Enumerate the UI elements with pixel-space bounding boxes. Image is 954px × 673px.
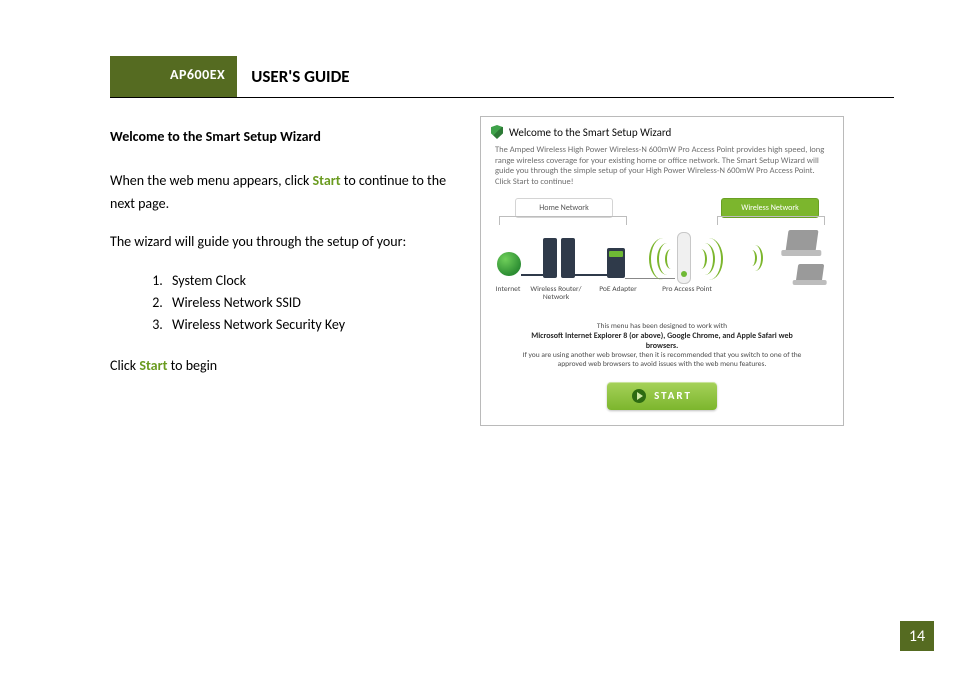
- laptop-icon: [785, 230, 818, 252]
- device-label-poe: PoE Adapter: [583, 286, 653, 294]
- start-keyword: Start: [313, 172, 341, 189]
- device-label-ap: Pro Access Point: [647, 286, 727, 294]
- model-badge: AP600EX: [110, 56, 237, 97]
- wifi-waves-icon: [645, 238, 677, 280]
- wire-icon: [521, 274, 543, 276]
- wifi-waves-icon: [695, 238, 727, 280]
- wizard-title: Welcome to the Smart Setup Wizard: [509, 126, 671, 139]
- instruction-column: Welcome to the Smart Setup Wizard When t…: [110, 116, 450, 426]
- wire-icon: [573, 274, 607, 276]
- shield-icon: [491, 125, 503, 139]
- text: to begin: [167, 357, 217, 374]
- internet-globe-icon: [497, 252, 521, 276]
- note-line: If you are using another web browser, th…: [517, 351, 807, 370]
- list-item: System Clock: [166, 270, 450, 292]
- bracket-icon: [717, 216, 825, 225]
- paragraph-1: When the web menu appears, click Start t…: [110, 170, 450, 215]
- note-line: This menu has been designed to work with: [517, 322, 807, 331]
- section-subhead: Welcome to the Smart Setup Wizard: [110, 126, 450, 148]
- router-icon: [561, 238, 575, 278]
- list-item: Wireless Network SSID: [166, 292, 450, 314]
- laptop-icon: [796, 264, 825, 282]
- text: Click: [110, 357, 139, 374]
- home-network-label: Home Network: [515, 198, 613, 218]
- wizard-title-row: Welcome to the Smart Setup Wizard: [487, 123, 837, 145]
- poe-adapter-icon: [607, 248, 625, 278]
- page-number: 14: [900, 621, 934, 651]
- start-button[interactable]: START: [607, 382, 717, 410]
- start-keyword: Start: [139, 357, 167, 374]
- setup-steps-list: System Clock Wireless Network SSID Wirel…: [110, 270, 450, 337]
- guide-title: USER'S GUIDE: [237, 56, 349, 97]
- browser-note: This menu has been designed to work with…: [487, 322, 837, 370]
- play-icon: [632, 389, 646, 403]
- device-label-router: Wireless Router/ Network: [521, 286, 591, 303]
- text: When the web menu appears, click: [110, 172, 313, 189]
- access-point-icon: [677, 232, 691, 284]
- closing-line: Click Start to begin: [110, 355, 450, 377]
- bracket-icon: [499, 216, 627, 225]
- paragraph-2: The wizard will guide you through the se…: [110, 231, 450, 253]
- note-line-bold: Microsoft Internet Explorer 8 (or above)…: [517, 331, 807, 351]
- wireless-network-label: Wireless Network: [721, 198, 819, 218]
- list-item: Wireless Network Security Key: [166, 314, 450, 336]
- page-header: AP600EX USER'S GUIDE: [110, 56, 894, 98]
- router-icon: [543, 238, 557, 278]
- wizard-description: The Amped Wireless High Power Wireless-N…: [487, 145, 837, 194]
- wifi-waves-icon: [747, 238, 777, 280]
- wizard-screenshot: Welcome to the Smart Setup Wizard The Am…: [480, 116, 844, 426]
- start-button-label: START: [654, 389, 692, 402]
- network-diagram: Home Network Wireless Network: [495, 198, 829, 316]
